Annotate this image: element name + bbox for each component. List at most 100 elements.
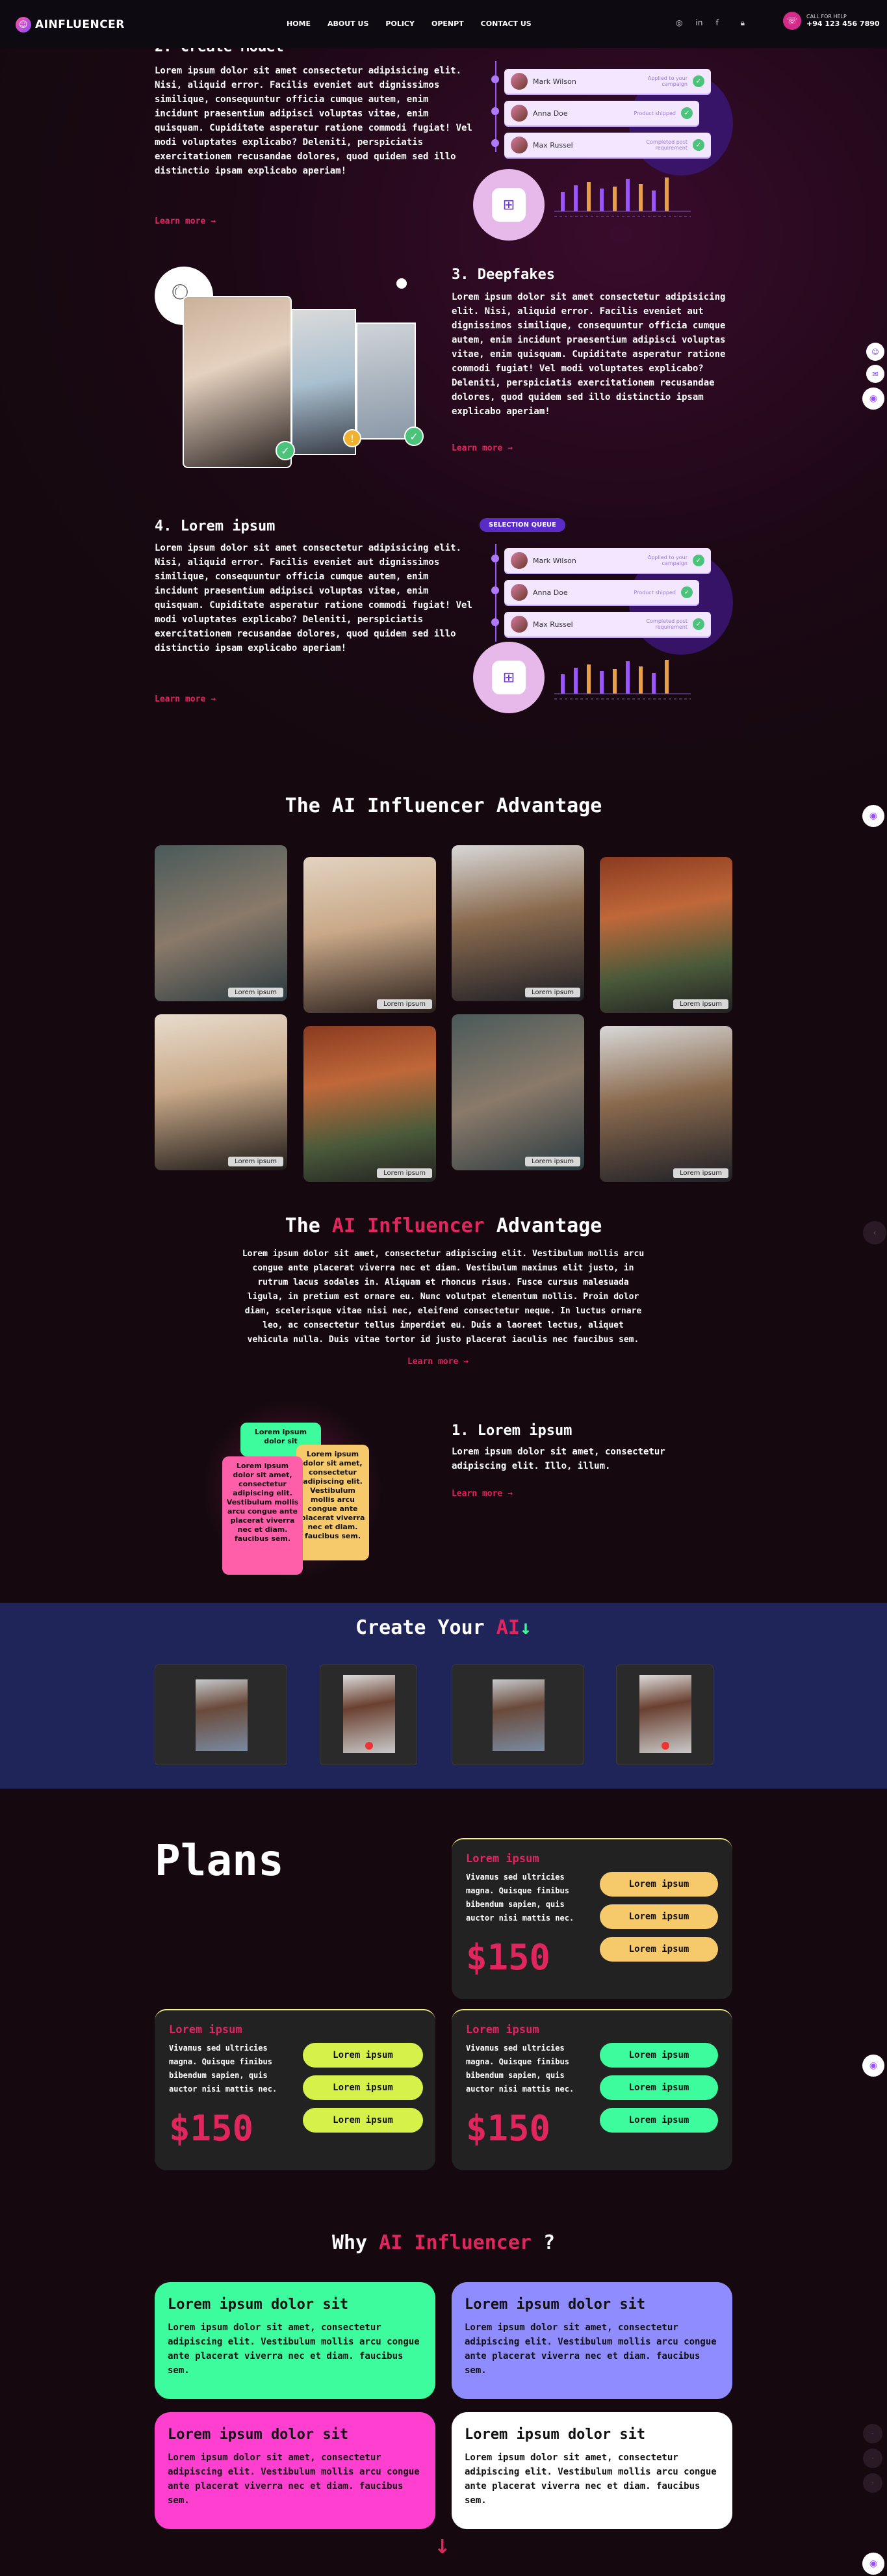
mini-bar-chart [554, 660, 691, 700]
why-card: Lorem ipsum dolor sit Lorem ipsum dolor s… [452, 2412, 732, 2529]
social-float-icon[interactable]: · [863, 2449, 882, 2468]
facebook-icon[interactable]: f [715, 18, 718, 28]
video-thumb [196, 1679, 248, 1751]
plan-option-button[interactable]: Lorem ipsum [600, 1937, 718, 1962]
queue-name: Anna Doe [533, 109, 568, 118]
learn-more-link[interactable]: Learn more → [155, 694, 216, 704]
section-title: Why AI Influencer ? [0, 2231, 887, 2254]
accessibility-icon[interactable]: ☺ [866, 343, 884, 361]
plan-option-button[interactable]: Lorem ipsum [303, 2108, 423, 2133]
social-float-icon[interactable]: · [863, 2473, 882, 2493]
why-card-text: Lorem ipsum dolor sit amet, consectetur … [168, 2452, 420, 2506]
influencer-card[interactable]: Lorem ipsum [600, 857, 732, 1013]
queue-line [495, 61, 496, 152]
plan-card: Lorem ipsum Vivamus sed ultricies magna.… [452, 2009, 732, 2170]
widget-icon[interactable]: ◉ [862, 805, 884, 827]
instagram-icon[interactable]: ◎ [676, 18, 682, 28]
check-icon: ✓ [681, 586, 693, 598]
queue-row[interactable]: Max Russel Completed post requirement ✓ [504, 612, 711, 637]
learn-more-link[interactable]: Learn more → [452, 443, 513, 453]
arrow-down-icon: ↓ [519, 1616, 532, 1639]
cart-icon[interactable]: 🔒︎ [741, 18, 745, 28]
plan-name: Lorem ipsum [466, 1852, 539, 1865]
linkedin-icon[interactable]: in [695, 18, 702, 28]
plan-option-button[interactable]: Lorem ipsum [600, 2108, 718, 2133]
help-contact[interactable]: ☏ CALL FOR HELP +94 123 456 7890 [783, 12, 880, 30]
check-icon: ✓ [681, 107, 693, 119]
widget-icon[interactable]: ◉ [862, 2553, 884, 2575]
video-card[interactable] [452, 1664, 584, 1765]
arrow-down-icon[interactable]: ↓ [434, 2536, 450, 2558]
queue-row[interactable]: Anna Doe Product shipped ✓ [504, 580, 699, 605]
nav-openpt[interactable]: OPENPT [431, 20, 464, 28]
queue-row[interactable]: Max Russel Completed post requirement ✓ [504, 133, 711, 157]
video-card[interactable] [320, 1664, 417, 1765]
widget-icon[interactable]: ◉ [862, 2055, 884, 2077]
record-icon[interactable] [662, 1742, 669, 1750]
section-title: The AI Influencer Advantage [0, 1215, 887, 1237]
logo[interactable]: ☺ AINFLUENCER [16, 17, 125, 33]
queue-row[interactable]: Mark Wilson Applied to your campaign ✓ [504, 69, 711, 94]
plan-option-button[interactable]: Lorem ipsum [600, 1904, 718, 1929]
side-toolbar: ☺ ✉ [866, 343, 884, 383]
section-title: Create Your AI↓ [0, 1616, 887, 1639]
plan-desc: Vivamus sed ultricies magna. Quisque fin… [169, 2044, 277, 2094]
plan-option-button[interactable]: Lorem ipsum [600, 2075, 718, 2100]
influencer-card[interactable]: Lorem ipsum [155, 1014, 287, 1170]
learn-more-link[interactable]: Learn more → [155, 217, 216, 226]
plan-option-button[interactable]: Lorem ipsum [303, 2043, 423, 2068]
learn-more-link[interactable]: Learn more → [407, 1357, 469, 1367]
influencer-card[interactable]: Lorem ipsum [303, 1026, 436, 1182]
video-card[interactable] [155, 1664, 287, 1765]
queue-row[interactable]: Anna Doe Product shipped ✓ [504, 101, 699, 125]
queue-name: Anna Doe [533, 588, 568, 597]
note-pink: Lorem ipsum dolor sit amet, consectetur … [222, 1456, 303, 1575]
social-float-icon[interactable]: · [863, 2424, 882, 2443]
logo-text: AINFLUENCER [35, 18, 125, 31]
chat-icon[interactable]: ✉ [866, 365, 884, 383]
nav-about[interactable]: ABOUT US [328, 20, 368, 28]
video-thumb [639, 1675, 691, 1753]
plan-option-button[interactable]: Lorem ipsum [600, 1872, 718, 1897]
advantage-text: Lorem ipsum dolor sit amet, consectetur … [242, 1249, 645, 1345]
plan-price: $150 [466, 1937, 551, 1978]
influencer-card[interactable]: Lorem ipsum [303, 857, 436, 1013]
feature-text: Lorem ipsum dolor sit amet consectetur a… [155, 543, 472, 653]
pending-icon: ! [343, 429, 361, 447]
record-icon[interactable] [365, 1742, 373, 1750]
learn-more-link[interactable]: Learn more → [452, 1489, 513, 1499]
plan-option-button[interactable]: Lorem ipsum [303, 2075, 423, 2100]
feature-text: Lorem ipsum dolor sit amet consectetur a… [155, 66, 472, 176]
scroll-up-icon[interactable]: ‹ [863, 1221, 886, 1244]
why-card-title: Lorem ipsum dolor sit [465, 2426, 646, 2443]
widget-icon[interactable]: ◉ [862, 388, 884, 410]
check-icon: ✓ [693, 555, 704, 566]
influencer-card[interactable]: Lorem ipsum [600, 1026, 732, 1182]
title-part: ? [531, 2231, 556, 2254]
plan-card: Lorem ipsum Vivamus sed ultricies magna.… [452, 1838, 732, 1999]
queue-row[interactable]: Mark Wilson Applied to your campaign ✓ [504, 548, 711, 573]
network-circle: ⊞ [473, 642, 545, 713]
feature-title: 4. Lorem ipsum [155, 518, 276, 534]
step-title: 1. Lorem ipsum [452, 1423, 572, 1439]
nav-policy[interactable]: POLICY [385, 20, 415, 28]
title-highlight: AI Influencer [331, 1215, 485, 1237]
plan-desc: Vivamus sed ultricies magna. Quisque fin… [466, 1873, 574, 1923]
title-highlight: AI Influencer [379, 2231, 532, 2254]
check-icon: ✓ [404, 427, 424, 446]
nav-home[interactable]: HOME [287, 20, 311, 28]
nav-contact[interactable]: CONTACT US [481, 20, 532, 28]
video-card[interactable] [616, 1664, 713, 1765]
queue-name: Mark Wilson [533, 77, 576, 86]
network-icon: ⊞ [492, 188, 526, 222]
why-card: Lorem ipsum dolor sit Lorem ipsum dolor s… [155, 2412, 435, 2529]
influencer-card[interactable]: Lorem ipsum [155, 845, 287, 1001]
queue-name: Max Russel [533, 140, 573, 150]
why-card: Lorem ipsum dolor sit Lorem ipsum dolor s… [155, 2282, 435, 2399]
influencer-card[interactable]: Lorem ipsum [452, 1014, 584, 1170]
card-label: Lorem ipsum [377, 1168, 432, 1178]
plan-option-button[interactable]: Lorem ipsum [600, 2043, 718, 2068]
influencer-card[interactable]: Lorem ipsum [452, 845, 584, 1001]
selection-queue-widget: SELECTION QUEUE Mark Wilson Applied to yo… [473, 518, 733, 733]
plan-name: Lorem ipsum [169, 2023, 242, 2036]
